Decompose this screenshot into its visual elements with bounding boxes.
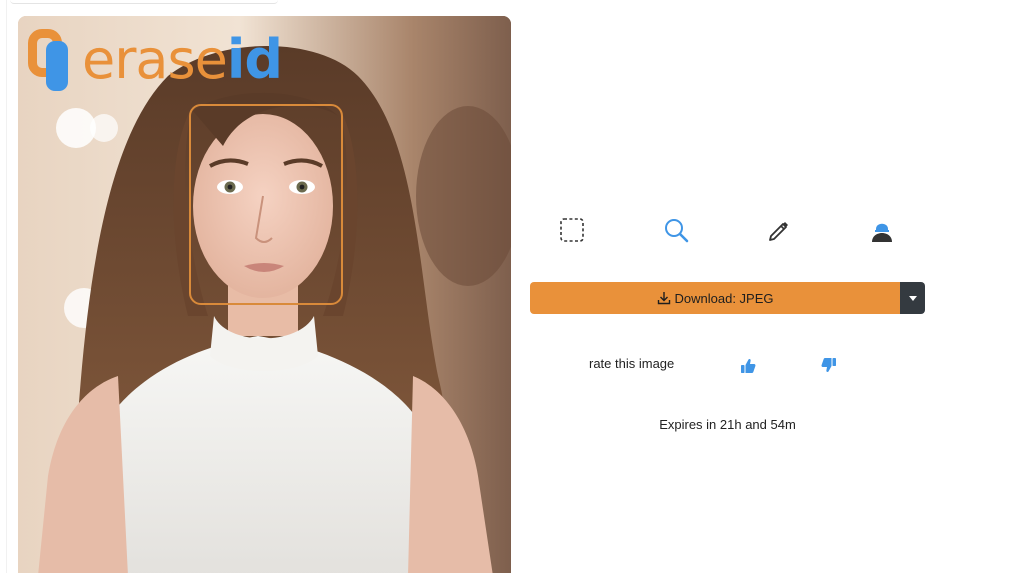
- expiry-text: Expires in 21h and 54m: [659, 417, 796, 432]
- edit-button[interactable]: [763, 214, 795, 246]
- logo-word-id: id: [226, 28, 283, 91]
- pencil-icon: [769, 222, 788, 241]
- divider: [10, 0, 278, 4]
- thumbs-down-button[interactable]: [820, 356, 838, 374]
- caret-down-icon: [908, 295, 917, 301]
- rate-label: rate this image: [589, 356, 675, 371]
- person-icon: [872, 223, 892, 242]
- thumbs-up-button[interactable]: [739, 357, 757, 375]
- download-label: Download: JPEG: [674, 290, 774, 306]
- thumbs-down-icon: [821, 358, 836, 372]
- download-button[interactable]: Download: JPEG: [530, 282, 900, 314]
- download-icon: [657, 292, 670, 305]
- magnifier-icon: [665, 219, 689, 243]
- eraseid-logo[interactable]: eraseid: [28, 28, 283, 92]
- select-icon: [560, 218, 584, 242]
- portrait-photo[interactable]: eraseid: [18, 16, 511, 573]
- download-button-group: Download: JPEG: [530, 282, 925, 314]
- select-area-button[interactable]: [556, 214, 588, 246]
- page: eraseid Download: JPEG rate this image E…: [0, 0, 1024, 573]
- logo-text: eraseid: [82, 33, 283, 87]
- logo-mark-icon: [28, 29, 76, 91]
- person-button[interactable]: [866, 214, 898, 246]
- face-detection-box[interactable]: [189, 104, 343, 305]
- logo-word-erase: erase: [82, 28, 228, 91]
- divider: [6, 0, 7, 573]
- thumbs-up-icon: [741, 359, 756, 373]
- download-format-dropdown[interactable]: [900, 282, 925, 314]
- zoom-button[interactable]: [660, 214, 692, 246]
